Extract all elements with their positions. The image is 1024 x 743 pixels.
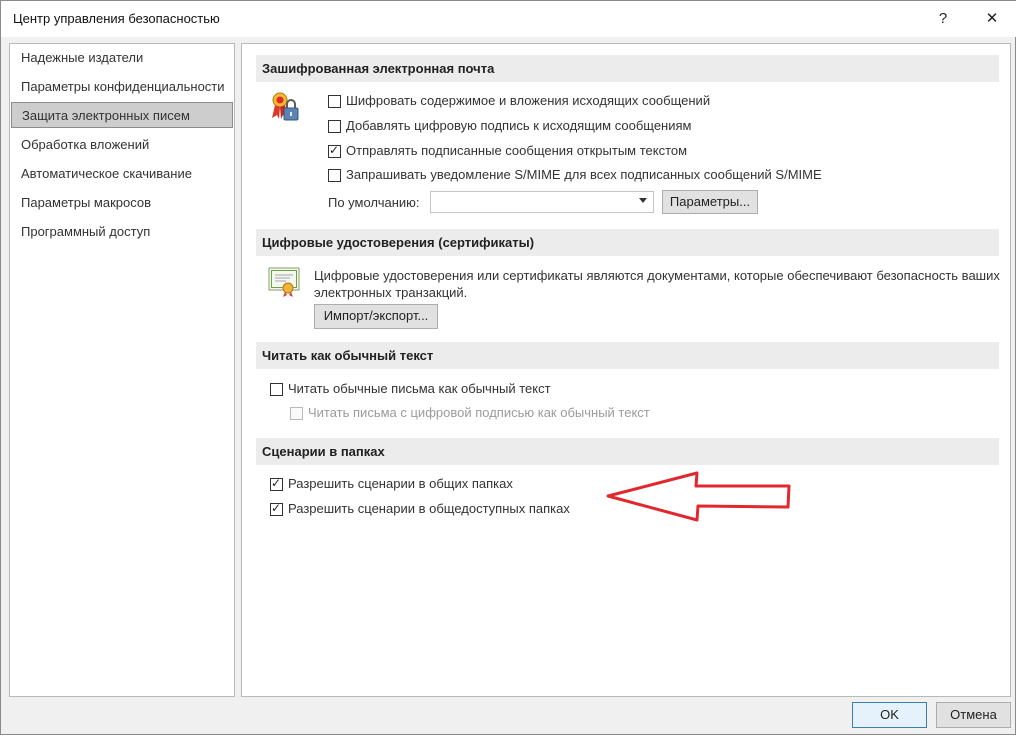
digital-ids-description-line2: электронных транзакций. bbox=[314, 285, 468, 300]
sidebar-item-attachment-handling[interactable]: Обработка вложений bbox=[11, 132, 233, 158]
send-clear-text-checkbox[interactable] bbox=[328, 143, 341, 158]
sidebar-item-trusted-publishers[interactable]: Надежные издатели bbox=[11, 45, 233, 71]
import-export-button[interactable]: Импорт/экспорт... bbox=[314, 304, 438, 329]
cancel-button[interactable]: Отмена bbox=[936, 702, 1011, 728]
annotation-arrow bbox=[606, 471, 791, 522]
read-signed-as-plain-text-label: Читать письма с цифровой подписью как об… bbox=[308, 405, 650, 420]
allow-shared-folder-scripts-label: Разрешить сценарии в общих папках bbox=[288, 476, 513, 491]
digital-ids-description-line1: Цифровые удостоверения или сертификаты я… bbox=[314, 268, 1000, 283]
trust-center-dialog: Центр управления безопасностью ? ✕ Надеж… bbox=[0, 0, 1017, 735]
close-button[interactable]: ✕ bbox=[977, 7, 1007, 31]
section-header-digital-ids: Цифровые удостоверения (сертификаты) bbox=[256, 229, 999, 256]
certificate-lock-icon bbox=[272, 92, 299, 121]
chevron-down-icon bbox=[639, 198, 647, 203]
sidebar-item-programmatic-access[interactable]: Программный доступ bbox=[11, 219, 233, 245]
section-header-folder-scripts: Сценарии в папках bbox=[256, 438, 999, 465]
window-title: Центр управления безопасностью bbox=[13, 11, 220, 26]
sidebar: Надежные издатели Параметры конфиденциал… bbox=[9, 43, 235, 697]
certificate-icon bbox=[268, 267, 300, 297]
help-button[interactable]: ? bbox=[928, 7, 958, 31]
encrypt-contents-checkbox[interactable] bbox=[328, 95, 341, 108]
send-clear-text-label: Отправлять подписанные сообщения открыты… bbox=[346, 143, 688, 158]
request-smime-receipt-checkbox[interactable] bbox=[328, 169, 341, 182]
section-header-read-as-plain-text: Читать как обычный текст bbox=[256, 342, 999, 369]
content-panel: Зашифрованная электронная почта Шифроват… bbox=[241, 43, 1011, 697]
add-signature-label: Добавлять цифровую подпись к исходящим с… bbox=[346, 118, 692, 133]
settings-button[interactable]: Параметры... bbox=[662, 190, 758, 214]
allow-shared-folder-scripts-checkbox[interactable] bbox=[270, 476, 283, 491]
ok-button[interactable]: OK bbox=[852, 702, 927, 728]
default-setting-select[interactable] bbox=[430, 191, 654, 213]
encrypt-contents-label: Шифровать содержимое и вложения исходящи… bbox=[346, 93, 711, 108]
default-setting-label: По умолчанию: bbox=[328, 195, 420, 210]
allow-public-folder-scripts-label: Разрешить сценарии в общедоступных папка… bbox=[288, 501, 570, 516]
section-header-encrypted-email: Зашифрованная электронная почта bbox=[256, 55, 999, 82]
sidebar-item-automatic-download[interactable]: Автоматическое скачивание bbox=[11, 161, 233, 187]
read-as-plain-text-checkbox[interactable] bbox=[270, 383, 283, 396]
sidebar-item-email-security[interactable]: Защита электронных писем bbox=[11, 102, 233, 128]
request-smime-receipt-label: Запрашивать уведомление S/MIME для всех … bbox=[346, 167, 822, 182]
allow-public-folder-scripts-checkbox[interactable] bbox=[270, 501, 283, 516]
read-signed-as-plain-text-checkbox[interactable] bbox=[290, 407, 303, 420]
sidebar-item-privacy-options[interactable]: Параметры конфиденциальности bbox=[11, 74, 233, 100]
add-signature-checkbox[interactable] bbox=[328, 120, 341, 133]
title-bar: Центр управления безопасностью ? ✕ bbox=[1, 1, 1017, 37]
sidebar-item-macro-settings[interactable]: Параметры макросов bbox=[11, 190, 233, 216]
read-as-plain-text-label: Читать обычные письма как обычный текст bbox=[288, 381, 551, 396]
